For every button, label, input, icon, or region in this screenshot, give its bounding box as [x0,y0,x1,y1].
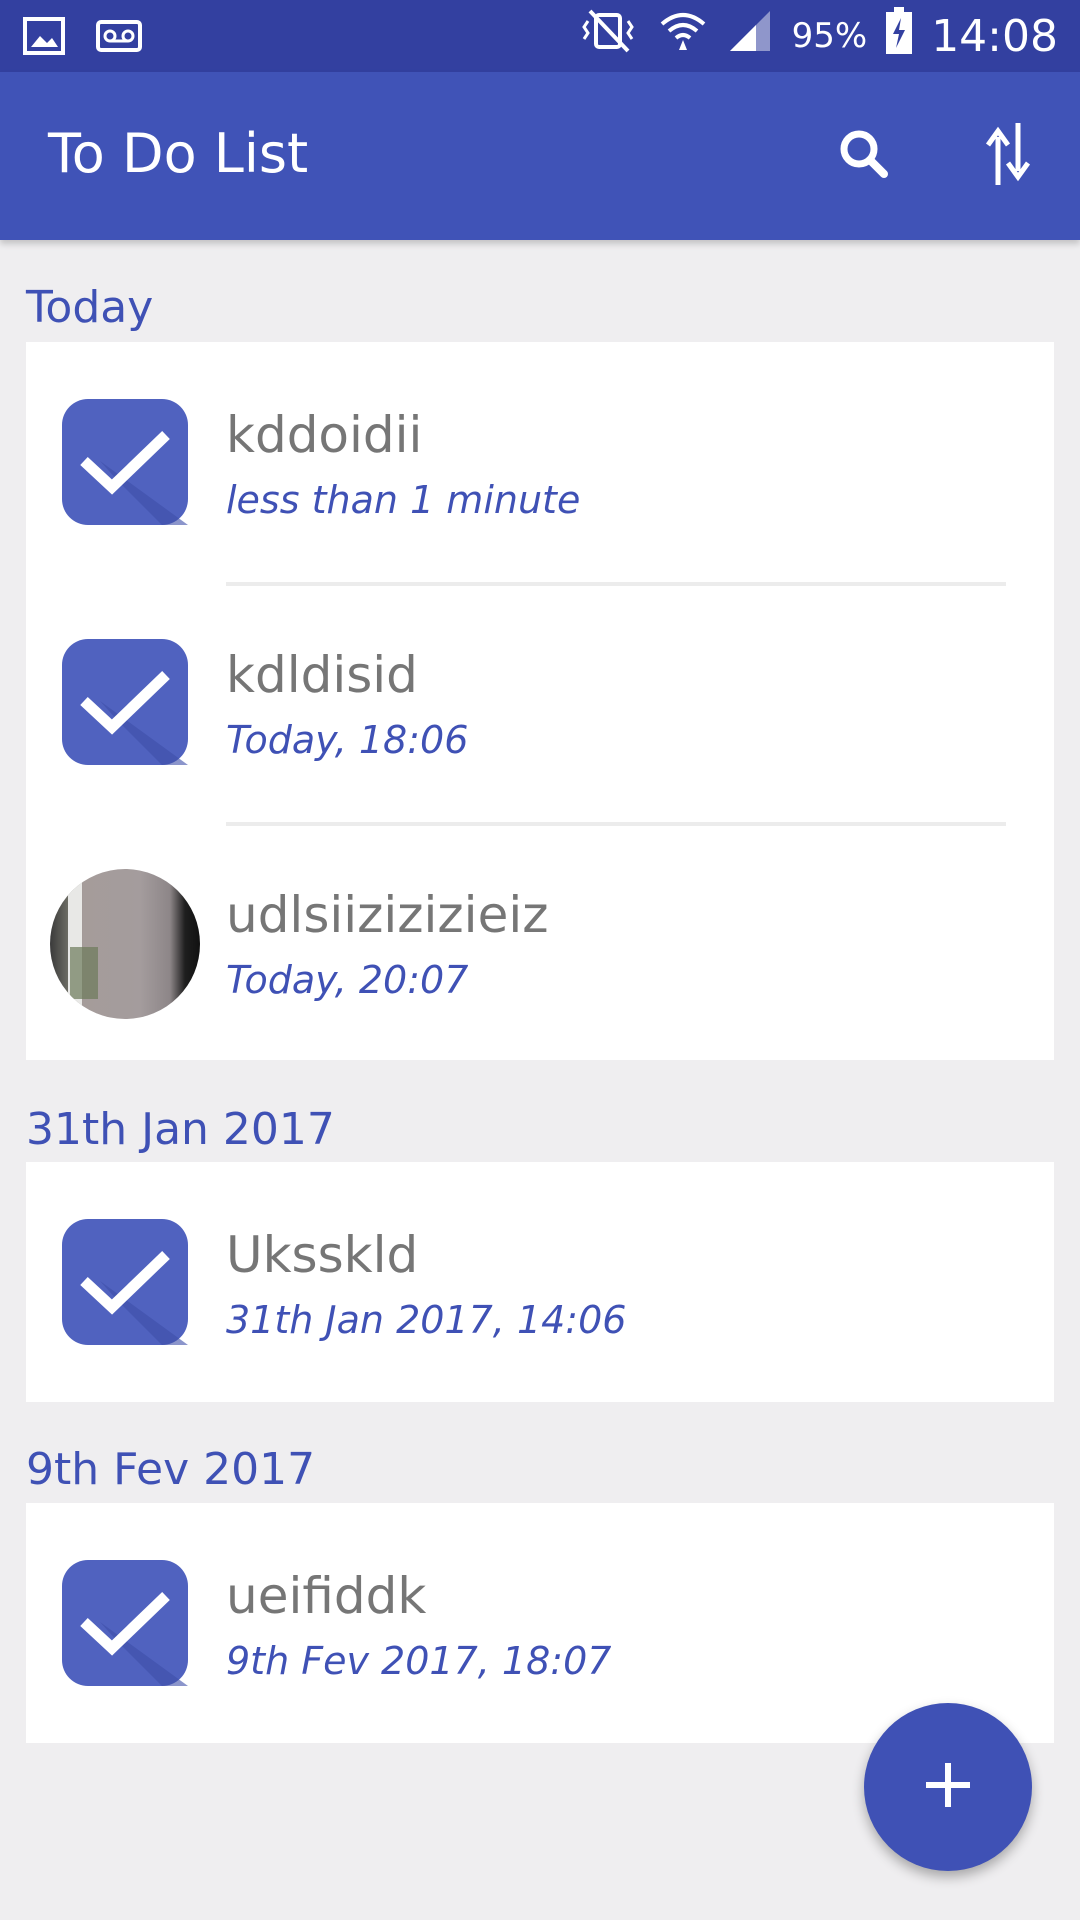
task-title: Uksskld [226,1226,419,1284]
vibrate-icon [576,7,640,65]
task-time: 9th Fev 2017, 18:07 [226,1639,612,1683]
check-icon[interactable] [62,1560,188,1686]
sort-icon [983,119,1033,193]
task-title: kddoidii [226,406,423,464]
signal-icon [726,7,774,65]
search-icon [836,126,892,186]
sort-button[interactable] [968,116,1048,196]
check-icon[interactable] [62,399,188,525]
task-title: udlsiizizizieiz [226,886,549,944]
wifi-icon [658,6,708,66]
gallery-icon [22,14,66,62]
check-icon[interactable] [62,639,188,765]
battery-charging-icon [885,6,913,66]
app-bar: To Do List [0,72,1080,240]
check-icon[interactable] [62,1219,188,1345]
plus-icon [923,1760,973,1814]
page-title: To Do List [48,122,309,185]
status-time: 14:08 [931,10,1058,62]
task-item[interactable]: kdldisid Today, 18:06 [26,582,1054,822]
section-header-today: Today [26,282,154,333]
task-item[interactable]: ueifiddk 9th Fev 2017, 18:07 [26,1503,1054,1743]
status-bar: 95% 14:08 [0,0,1080,72]
task-item[interactable]: kddoidii less than 1 minute [26,342,1054,582]
battery-percent: 95% [791,16,868,56]
task-card: kddoidii less than 1 minute kdldisid Tod… [26,342,1054,1060]
task-item[interactable]: Uksskld 31th Jan 2017, 14:06 [26,1162,1054,1402]
task-time: less than 1 minute [226,478,581,522]
task-card: Uksskld 31th Jan 2017, 14:06 [26,1162,1054,1402]
search-button[interactable] [824,116,904,196]
task-time: Today, 20:07 [226,958,469,1002]
task-card: ueifiddk 9th Fev 2017, 18:07 [26,1503,1054,1743]
task-title: ueifiddk [226,1567,427,1625]
voicemail-icon [96,14,142,62]
add-task-button[interactable] [864,1703,1032,1871]
task-title: kdldisid [226,646,418,704]
section-header-date: 31th Jan 2017 [26,1104,335,1155]
task-time: 31th Jan 2017, 14:06 [226,1298,627,1342]
section-header-date: 9th Fev 2017 [26,1444,316,1495]
task-item[interactable]: udlsiizizizieiz Today, 20:07 [26,822,1054,1062]
task-time: Today, 18:06 [226,718,469,762]
photo-avatar[interactable] [50,869,200,1019]
